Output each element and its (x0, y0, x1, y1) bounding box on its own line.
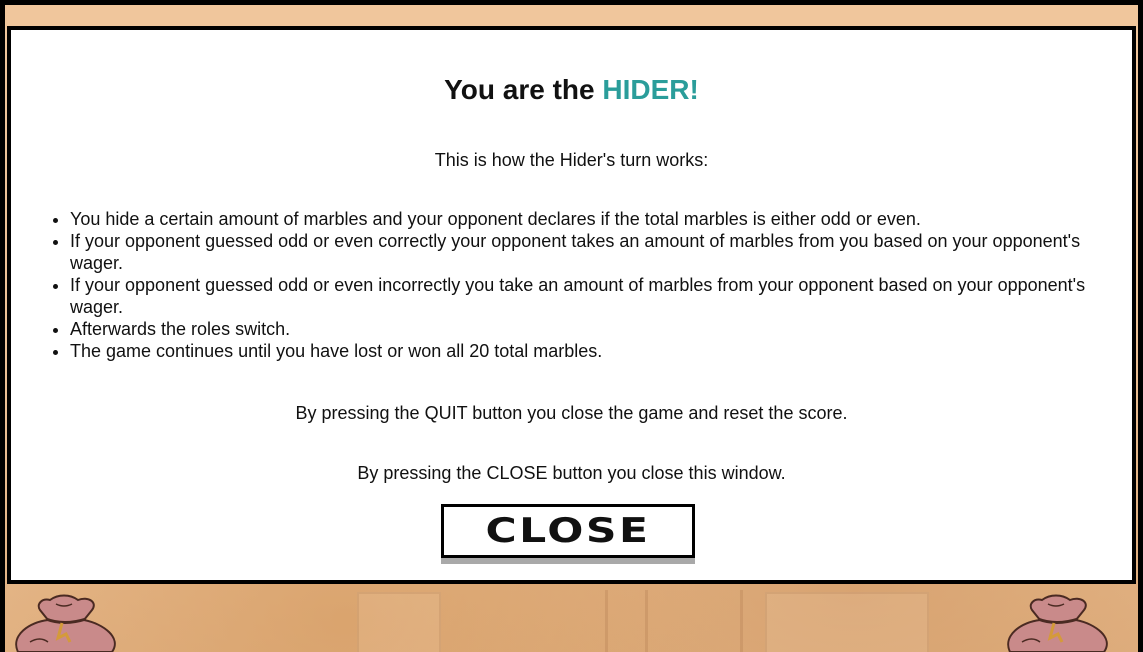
modal-title: You are the HIDER! (11, 74, 1132, 106)
rules-list: You hide a certain amount of marbles and… (11, 208, 1130, 362)
rule-item: If your opponent guessed odd or even cor… (70, 230, 1130, 274)
background-plank (645, 590, 648, 652)
marble-bag-icon (15, 594, 116, 652)
background-window (357, 592, 441, 652)
rule-item: The game continues until you have lost o… (70, 340, 1130, 362)
background-plank (740, 590, 743, 652)
role-name: HIDER! (602, 74, 699, 105)
title-prefix: You are the (444, 74, 595, 105)
rule-item: If your opponent guessed odd or even inc… (70, 274, 1130, 318)
rule-item: You hide a certain amount of marbles and… (70, 208, 1130, 230)
quit-note: By pressing the QUIT button you close th… (295, 403, 848, 423)
marble-bag-icon (1007, 594, 1108, 652)
close-button[interactable]: CLOSE (441, 504, 695, 558)
intro-text: This is how the Hider's turn works: (434, 150, 709, 170)
rules-modal: You are the HIDER! This is how the Hider… (7, 26, 1136, 584)
background-window (765, 592, 929, 652)
close-button-label: CLOSE (485, 511, 651, 551)
background-plank (605, 590, 608, 652)
game-screen: You are the HIDER! This is how the Hider… (0, 0, 1143, 652)
rule-item: Afterwards the roles switch. (70, 318, 1130, 340)
close-note: By pressing the CLOSE button you close t… (357, 463, 786, 483)
